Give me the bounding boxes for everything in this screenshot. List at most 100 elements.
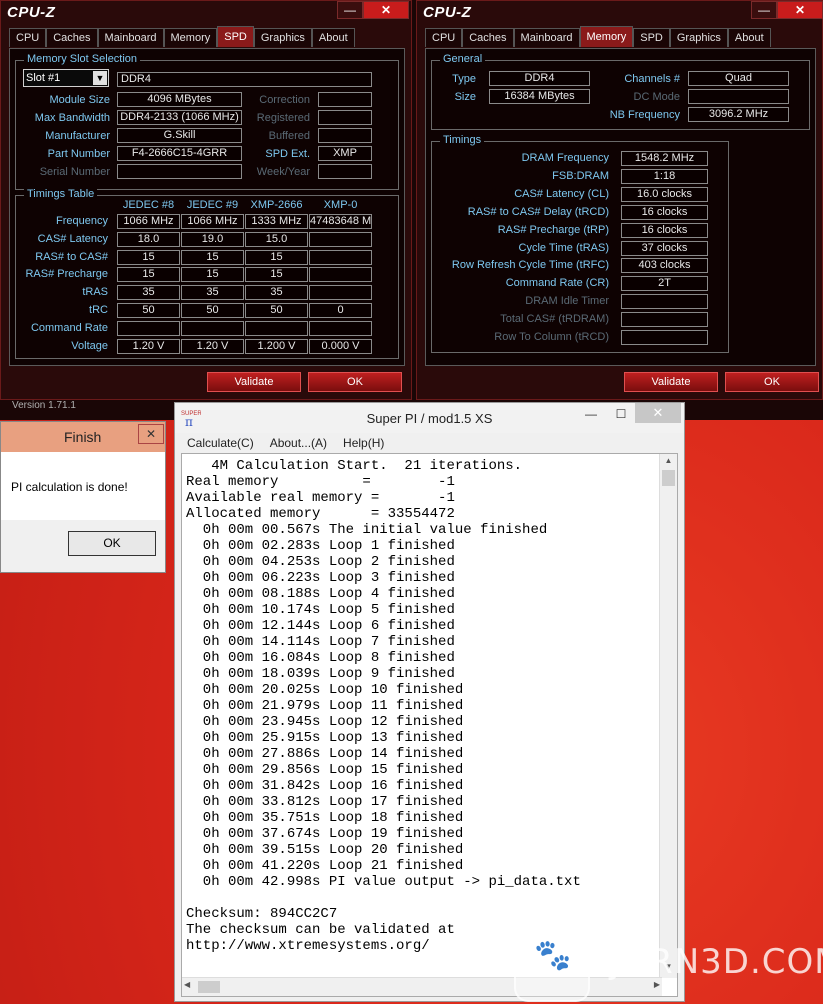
timing-label: Row To Column (tRCD) bbox=[494, 331, 609, 343]
console-line: 0h 00m 42.998s PI value output -> pi_dat… bbox=[186, 874, 581, 890]
tab-caches[interactable]: Caches bbox=[46, 28, 98, 47]
timing-value: 1548.2 MHz bbox=[621, 151, 708, 166]
timing-label: Row Refresh Cycle Time (tRFC) bbox=[451, 259, 609, 272]
validate-button[interactable]: Validate bbox=[207, 372, 301, 392]
console-line: 0h 00m 02.283s Loop 1 finished bbox=[186, 538, 455, 554]
type-label: Type bbox=[452, 73, 476, 85]
tab-memory[interactable]: Memory bbox=[579, 26, 634, 47]
timings-cell: 15 bbox=[245, 249, 308, 265]
tab-about[interactable]: About bbox=[727, 28, 771, 47]
buffered-label: Buffered bbox=[268, 130, 310, 142]
minimize-button[interactable]: — bbox=[751, 1, 777, 19]
timings-cell: 1.20 V bbox=[181, 338, 244, 354]
close-button[interactable]: ✕ bbox=[635, 403, 681, 423]
console-line: 0h 00m 33.812s Loop 17 finished bbox=[186, 794, 464, 810]
channels-label: Channels # bbox=[624, 73, 680, 85]
console-line: 0h 00m 21.979s Loop 11 finished bbox=[186, 698, 464, 714]
general-legend: General bbox=[440, 53, 486, 65]
output-console[interactable]: 4M Calculation Start. 21 iterations. Real… bbox=[181, 453, 678, 997]
manufacturer-label: Manufacturer bbox=[45, 130, 110, 142]
timings-cell: 15 bbox=[181, 249, 244, 265]
console-text: 4M Calculation Start. 21 iterations. Real… bbox=[186, 458, 581, 954]
menu-item[interactable]: Calculate(C) bbox=[187, 433, 254, 453]
timing-label: Command Rate (CR) bbox=[505, 277, 609, 290]
menu-item[interactable]: About...(A) bbox=[270, 433, 327, 453]
timings-row-label: RAS# Precharge bbox=[25, 268, 108, 281]
minimize-button[interactable]: — bbox=[337, 1, 363, 19]
tab-about[interactable]: About bbox=[311, 28, 355, 47]
tab-spd[interactable]: SPD bbox=[217, 26, 254, 47]
tab-spd[interactable]: SPD bbox=[633, 28, 670, 47]
tab-graphics[interactable]: Graphics bbox=[253, 28, 312, 47]
dialog-ok-button[interactable]: OK bbox=[68, 531, 156, 556]
timings-cell: 50 bbox=[181, 303, 244, 318]
minimize-button[interactable]: — bbox=[578, 405, 604, 423]
ok-button[interactable]: OK bbox=[725, 372, 819, 392]
part-number-value: F4-2666C15-4GRR bbox=[117, 146, 242, 161]
timings-cell bbox=[245, 320, 308, 336]
tab-mainboard[interactable]: Mainboard bbox=[513, 28, 580, 47]
week-year-value bbox=[318, 164, 372, 179]
timings-cell: 15.0 bbox=[245, 231, 308, 247]
tab-memory[interactable]: Memory bbox=[163, 28, 218, 47]
registered-value bbox=[318, 110, 372, 125]
part-number-label: Part Number bbox=[47, 148, 110, 160]
timings-cell: 1333 MHz bbox=[245, 214, 308, 229]
tab-mainboard[interactable]: Mainboard bbox=[97, 28, 164, 47]
timing-label: Total CAS# (tRDRAM) bbox=[500, 313, 609, 326]
scroll-thumb[interactable] bbox=[662, 470, 675, 486]
timings-table-legend: Timings Table bbox=[24, 188, 98, 200]
timings-cell: 50 bbox=[117, 303, 180, 318]
console-line: 0h 00m 25.915s Loop 13 finished bbox=[186, 730, 464, 746]
paw-icon: 🐾 bbox=[534, 939, 572, 972]
ok-button[interactable]: OK bbox=[308, 372, 402, 392]
chevron-down-icon: ▼ bbox=[93, 71, 107, 85]
timing-value: 16.0 clocks bbox=[621, 186, 708, 202]
console-line: 0h 00m 23.945s Loop 12 finished bbox=[186, 714, 464, 730]
timings-cell: 0.000 V bbox=[309, 338, 372, 354]
scroll-up-icon[interactable]: ▲ bbox=[660, 456, 677, 470]
maximize-button[interactable]: ☐ bbox=[608, 405, 634, 423]
timings-cell: 0 bbox=[309, 303, 372, 318]
dialog-close-button[interactable]: ✕ bbox=[138, 424, 164, 444]
timings-cell: 15 bbox=[245, 267, 308, 283]
correction-value bbox=[318, 92, 372, 107]
scroll-thumb[interactable] bbox=[198, 981, 220, 993]
timings-cell bbox=[309, 320, 372, 336]
slot-select[interactable]: Slot #1 ▼ bbox=[23, 69, 109, 87]
buffered-value bbox=[318, 128, 372, 143]
timing-value: 37 clocks bbox=[621, 240, 708, 256]
menu-item[interactable]: Help(H) bbox=[343, 433, 384, 453]
spd-ext-label: SPD Ext. bbox=[265, 148, 310, 160]
memory-type-value: DDR4 bbox=[117, 72, 372, 87]
tab-graphics[interactable]: Graphics bbox=[669, 28, 728, 47]
close-button[interactable]: ✕ bbox=[777, 1, 823, 19]
timing-label: RAS# Precharge (tRP) bbox=[497, 223, 609, 236]
window-title: CPU-Z bbox=[423, 4, 472, 21]
max-bandwidth-value: DDR4-2133 (1066 MHz) bbox=[117, 110, 242, 125]
tab-cpu[interactable]: CPU bbox=[425, 28, 463, 47]
timings-row-label: Frequency bbox=[56, 215, 108, 227]
cpuz-memory-window: CPU-Z — ✕ CPU Caches Mainboard Memory SPD Gra… bbox=[416, 0, 823, 400]
close-button[interactable]: ✕ bbox=[363, 1, 409, 19]
validate-button[interactable]: Validate bbox=[624, 372, 718, 392]
timings-cell bbox=[117, 320, 180, 336]
vertical-scrollbar[interactable]: ▲ ▼ bbox=[659, 454, 677, 978]
timings-cell: 1066 MHz bbox=[181, 214, 244, 229]
memory-panel: General Type DDR4 Size 16384 MBytes Chan… bbox=[425, 48, 816, 366]
dialog-message: PI calculation is done! bbox=[11, 480, 128, 494]
scroll-left-icon[interactable]: ◀ bbox=[184, 980, 190, 989]
console-line: 0h 00m 00.567s The initial value finishe… bbox=[186, 522, 548, 538]
tab-caches[interactable]: Caches bbox=[462, 28, 514, 47]
max-bandwidth-label: Max Bandwidth bbox=[34, 112, 110, 124]
console-line: 0h 00m 39.515s Loop 20 finished bbox=[186, 842, 464, 858]
timing-value bbox=[621, 294, 708, 310]
tab-cpu[interactable]: CPU bbox=[9, 28, 47, 47]
timings-cell: 35 bbox=[117, 285, 180, 301]
console-line: Real memory = -1 bbox=[186, 474, 455, 490]
timing-label: DRAM Frequency bbox=[521, 152, 609, 164]
nb-frequency-value: 3096.2 MHz bbox=[688, 107, 789, 122]
channels-value: Quad bbox=[688, 71, 789, 86]
timings-cell bbox=[309, 231, 372, 247]
